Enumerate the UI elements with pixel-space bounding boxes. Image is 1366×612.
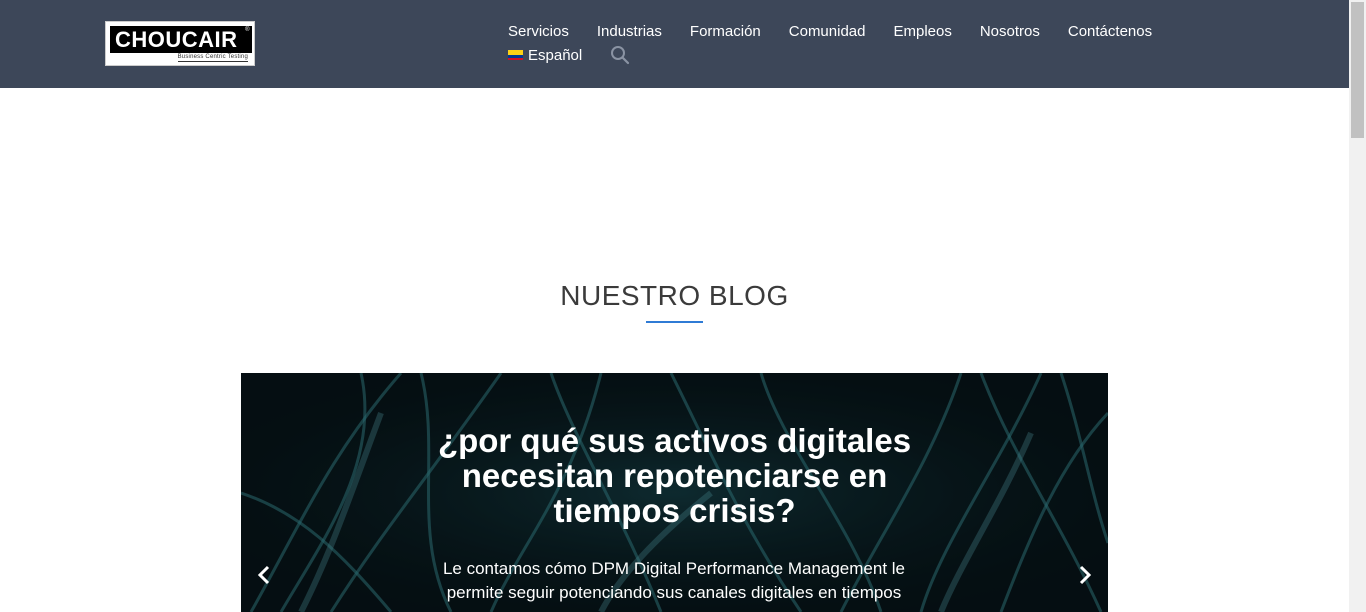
language-selector[interactable]: Español	[508, 47, 582, 64]
logo-registered-mark: ®	[245, 27, 250, 33]
search-icon[interactable]	[610, 45, 630, 65]
nav-item-empleos[interactable]: Empleos	[893, 23, 951, 40]
nav-item-formacion[interactable]: Formación	[690, 23, 761, 40]
logo-brand-text: CHOUCAIR	[115, 27, 238, 52]
nav-item-contactenos[interactable]: Contáctenos	[1068, 23, 1152, 40]
nav-item-comunidad[interactable]: Comunidad	[789, 23, 866, 40]
logo-tagline: Business Centric Testing	[177, 54, 248, 62]
blog-carousel[interactable]: ¿por qué sus activos digitales necesitan…	[241, 373, 1108, 612]
nav-item-industrias[interactable]: Industrias	[597, 23, 662, 40]
nav-menu: Servicios Industrias Formación Comunidad Emp…	[508, 21, 1168, 41]
title-underline	[646, 321, 703, 323]
chevron-left-icon[interactable]	[254, 563, 274, 587]
choucair-logo[interactable]: CHOUCAIR ® Business Centric Testing	[105, 21, 255, 66]
nav-item-servicios[interactable]: Servicios	[508, 23, 569, 40]
top-navigation-bar: CHOUCAIR ® Business Centric Testing Serv…	[0, 0, 1349, 88]
main-nav: Servicios Industrias Formación Comunidad Emp…	[508, 21, 1168, 65]
chevron-right-icon[interactable]	[1075, 563, 1095, 587]
logo-wordmark: CHOUCAIR ®	[110, 26, 252, 53]
page-scrollbar[interactable]	[1349, 0, 1366, 612]
slide-excerpt: Le contamos cómo DPM Digital Performance…	[442, 559, 906, 602]
scrollbar-thumb[interactable]	[1351, 2, 1364, 138]
blog-section-title: NUESTRO BLOG	[560, 280, 789, 311]
nav-item-nosotros[interactable]: Nosotros	[980, 23, 1040, 40]
slide-heading[interactable]: ¿por qué sus activos digitales necesitan…	[401, 423, 948, 528]
colombia-flag-icon	[508, 50, 523, 60]
language-label: Español	[528, 46, 583, 64]
